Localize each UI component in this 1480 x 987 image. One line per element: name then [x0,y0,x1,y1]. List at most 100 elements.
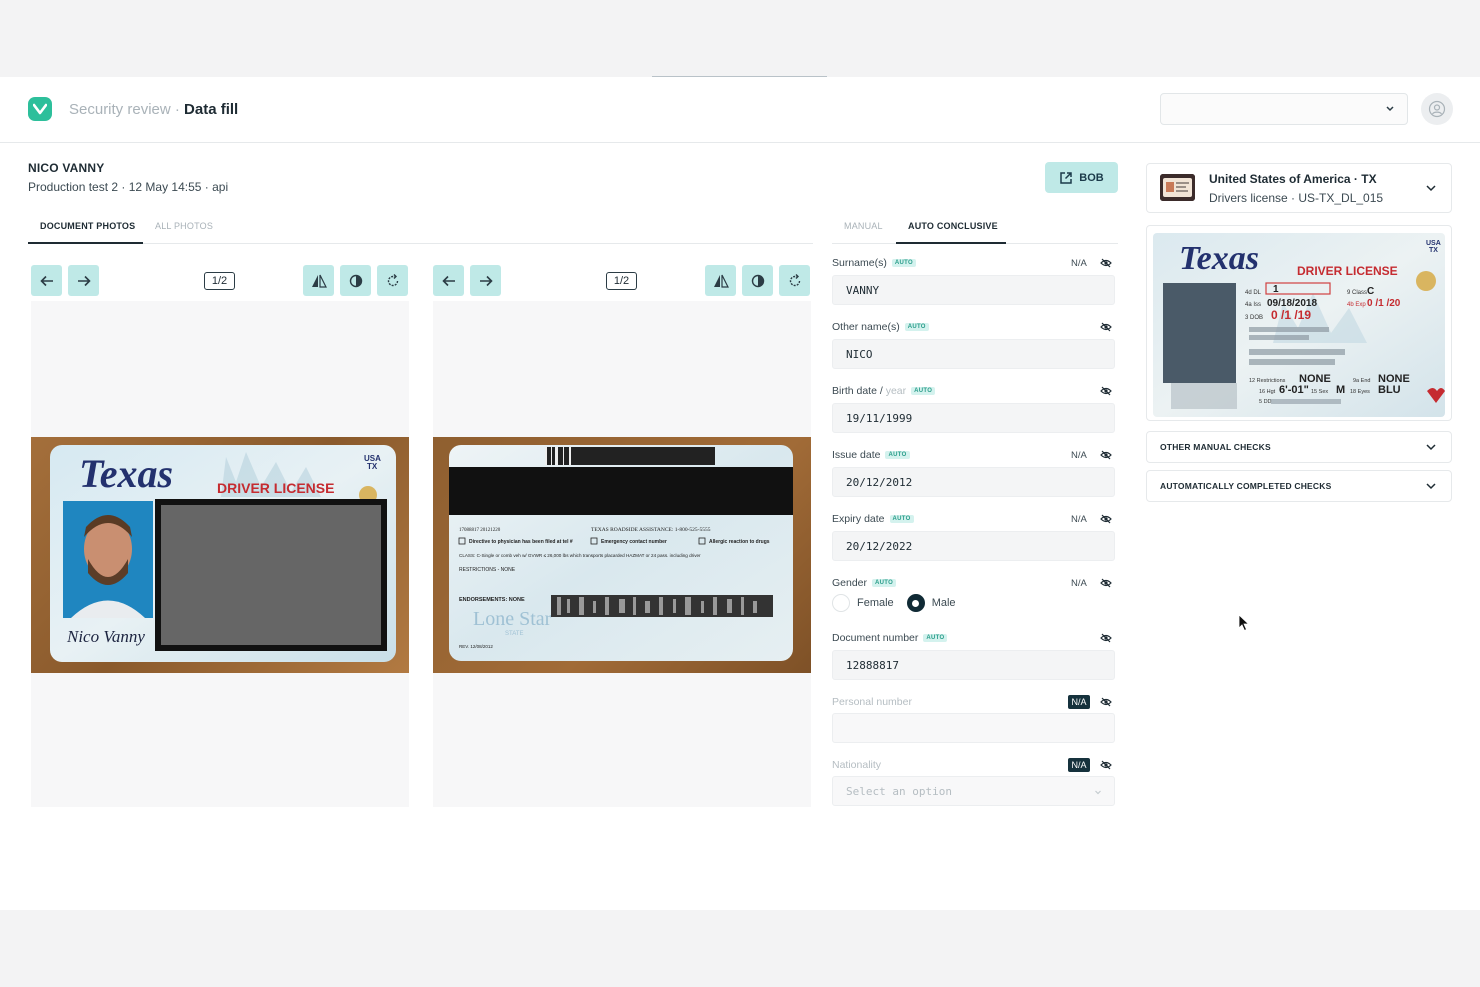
flip-button[interactable] [705,265,736,296]
gender-option-female[interactable]: Female [857,597,894,609]
arrow-left-icon [39,275,53,286]
arrow-left-icon [441,275,455,286]
tab-auto-conclusive[interactable]: AUTO CONCLUSIVE [908,221,998,231]
front-type-text: DRIVER LICENSE [217,480,334,496]
rotate-button[interactable] [779,265,810,296]
nationality-na-badge[interactable]: N/A [1068,758,1090,772]
contrast-icon [349,274,362,287]
nationality-select[interactable]: Select an option [832,776,1115,806]
tab-document-photos[interactable]: DOCUMENT PHOTOS [40,221,135,231]
auto-badge: AUTO [889,515,914,523]
personal-number-label: Personal number [832,696,912,708]
automatically-completed-checks-accordion[interactable]: AUTOMATICALLY COMPLETED CHECKS [1146,470,1452,502]
front-state-text: Texas [79,451,173,496]
tab-manual[interactable]: MANUAL [844,221,883,231]
chevron-down-icon [1386,106,1394,112]
eye-off-icon[interactable] [1100,633,1112,643]
auto-badge: AUTO [911,387,936,395]
surname-na-toggle[interactable]: N/A [1071,258,1087,269]
flip-button[interactable] [303,265,334,296]
svg-text:16 Hgt: 16 Hgt [1259,389,1276,395]
next-photo-button[interactable] [68,265,99,296]
nationality-select-placeholder: Select an option [846,784,952,798]
eye-off-icon[interactable] [1100,450,1112,460]
birth-date-input[interactable]: 19/11/1999 [832,403,1115,433]
svg-text:4b Exp: 4b Exp [1347,302,1366,308]
svg-text:5 DD: 5 DD [1259,399,1272,405]
issue-date-label: Issue date AUTO [832,449,910,461]
other-manual-checks-accordion[interactable]: OTHER MANUAL CHECKS [1146,431,1452,463]
arrow-right-icon [479,275,493,286]
next-photo-button[interactable] [470,265,501,296]
app-logo-icon[interactable] [28,97,52,121]
back-rev: REV. 12/08/2012 [459,644,493,649]
user-icon [1428,100,1446,118]
ref-country-text: USA [1426,240,1441,247]
gender-radio-male[interactable] [906,594,925,612]
eye-off-icon[interactable] [1100,760,1112,770]
other-manual-checks-label: OTHER MANUAL CHECKS [1160,442,1271,452]
workspace-select[interactable] [1160,93,1408,125]
expiry-date-na-toggle[interactable]: N/A [1071,514,1087,525]
bob-button[interactable]: BOB [1045,162,1118,193]
license-front-image: Texas DRIVER LICENSE USA TX Nico Vanny [50,445,396,662]
subject-meta: Production test 2 · 12 May 14:55 · api [28,180,229,194]
contrast-icon [751,274,764,287]
issue-date-input[interactable]: 20/12/2012 [832,467,1115,497]
active-tab-underline [28,242,143,244]
back-line-3: Allergic reaction to drugs [709,539,770,545]
eye-off-icon[interactable] [1100,578,1112,588]
gender-radio-group: Female Male [832,594,956,612]
external-link-icon [1060,171,1073,184]
document-photo-front[interactable]: Texas DRIVER LICENSE USA TX Nico Vanny [31,437,409,673]
user-avatar-button[interactable] [1421,93,1453,125]
gender-radio-female[interactable] [832,594,850,612]
personal-number-input[interactable] [832,713,1115,743]
document-number-label: Document number AUTO [832,632,948,644]
rotate-icon [789,273,800,286]
auto-badge: AUTO [885,451,910,459]
chevron-down-icon [1095,790,1101,795]
reference-document: Texas DRIVER LICENSE USA TX 4d DL 1 9 Cl… [1146,225,1452,421]
breadcrumb-section[interactable]: Security review [69,101,171,118]
eye-off-icon[interactable] [1100,697,1112,707]
nationality-label: Nationality [832,759,882,771]
gender-option-male[interactable]: Male [932,597,956,609]
rotate-button[interactable] [377,265,408,296]
document-photo-back[interactable]: 17088817 20121220 TEXAS ROADSIDE ASSISTA… [433,437,811,673]
mouse-cursor-icon [1238,614,1250,632]
other-names-label: Other name(s) AUTO [832,321,929,333]
form-tabs: MANUAL AUTO CONCLUSIVE [832,213,1118,244]
document-type-selector[interactable]: United States of America · TX Drivers li… [1146,163,1452,213]
other-names-input[interactable]: NICO [832,339,1115,369]
license-back-image: 17088817 20121220 TEXAS ROADSIDE ASSISTA… [449,445,793,661]
contrast-button[interactable] [340,265,371,296]
breadcrumb: Security review · Data fill [69,101,238,118]
expiry-date-label: Expiry date AUTO [832,513,914,525]
document-number-input[interactable]: 12888817 [832,650,1115,680]
surname-input[interactable]: VANNY [832,275,1115,305]
reference-card-image[interactable]: Texas DRIVER LICENSE USA TX 4d DL 1 9 Cl… [1153,233,1445,417]
top-bar: Security review · Data fill [0,77,1480,143]
svg-text:15 Sex: 15 Sex [1311,389,1328,395]
chevron-down-icon [1426,185,1436,192]
chevron-down-icon [1426,483,1436,490]
document-type-title: United States of America · TX [1209,172,1377,186]
eye-off-icon[interactable] [1100,258,1112,268]
eye-off-icon[interactable] [1100,386,1112,396]
tab-all-photos[interactable]: ALL PHOTOS [155,221,213,231]
eye-off-icon[interactable] [1100,514,1112,524]
document-type-subtitle: Drivers license · US-TX_DL_015 [1209,191,1384,205]
prev-photo-button[interactable] [433,265,464,296]
gender-na-toggle[interactable]: N/A [1071,578,1087,589]
contrast-button[interactable] [742,265,773,296]
svg-text:3 DOB: 3 DOB [1245,315,1263,321]
eye-off-icon[interactable] [1100,322,1112,332]
issue-date-na-toggle[interactable]: N/A [1071,450,1087,461]
chevron-down-icon [1426,444,1436,451]
auto-badge: AUTO [923,634,948,642]
personal-number-na-badge[interactable]: N/A [1068,695,1090,709]
back-restrictions: RESTRICTIONS - NONE [459,567,516,573]
expiry-date-input[interactable]: 20/12/2022 [832,531,1115,561]
prev-photo-button[interactable] [31,265,62,296]
